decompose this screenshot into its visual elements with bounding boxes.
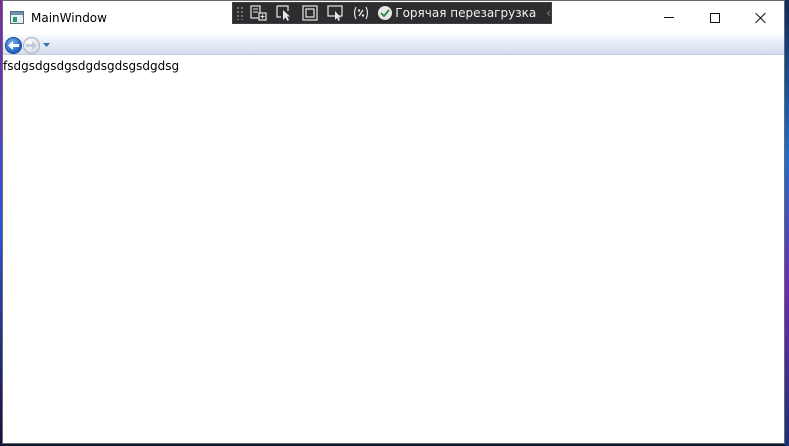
back-button[interactable] xyxy=(5,37,22,54)
close-button[interactable] xyxy=(738,1,784,34)
maximize-button[interactable] xyxy=(692,1,738,34)
toolbar-grip[interactable] xyxy=(236,6,244,20)
hot-reload-label: Горячая перезагрузка xyxy=(395,6,537,20)
nav-history-dropdown[interactable] xyxy=(42,41,50,49)
select-element-button[interactable] xyxy=(273,3,295,23)
app-window-icon xyxy=(10,11,24,24)
layout-adorners-icon xyxy=(302,5,318,21)
binding-icon xyxy=(354,6,369,20)
chevron-down-icon xyxy=(42,43,50,47)
window-title: MainWindow xyxy=(31,11,107,25)
select-element-icon xyxy=(276,5,290,21)
desktop-background-right xyxy=(785,0,789,446)
chevron-left-icon[interactable]: ‹ xyxy=(546,6,551,20)
display-layout-adorners-button[interactable] xyxy=(299,3,321,23)
main-window: MainWindow fsdgsdgsdgsdgdsgdsgsdgdsg xyxy=(2,0,785,444)
maximize-icon xyxy=(710,12,720,23)
xaml-dev-toolbar: Горячая перезагрузка ‹ xyxy=(232,2,552,24)
content-text: fsdgsdgsdgsdgdsgdsgsdgdsg xyxy=(3,59,180,73)
navigation-bar xyxy=(3,35,784,55)
minimize-button[interactable] xyxy=(646,1,692,34)
track-focused-element-button[interactable] xyxy=(325,3,347,23)
back-arrow-icon xyxy=(8,41,19,50)
close-icon xyxy=(755,12,767,24)
binding-failures-button[interactable] xyxy=(350,3,372,23)
checkmark-circle-icon xyxy=(378,6,393,20)
page-content: fsdgsdgsdgsdgdsgdsgsdgdsg xyxy=(3,56,784,443)
track-focus-icon xyxy=(326,5,343,21)
hot-reload-status[interactable]: Горячая перезагрузка xyxy=(378,3,536,23)
minimize-icon xyxy=(664,17,674,18)
forward-button[interactable] xyxy=(23,37,40,54)
visual-tree-icon xyxy=(250,5,267,21)
forward-arrow-icon xyxy=(26,41,37,50)
live-visual-tree-button[interactable] xyxy=(247,3,269,23)
